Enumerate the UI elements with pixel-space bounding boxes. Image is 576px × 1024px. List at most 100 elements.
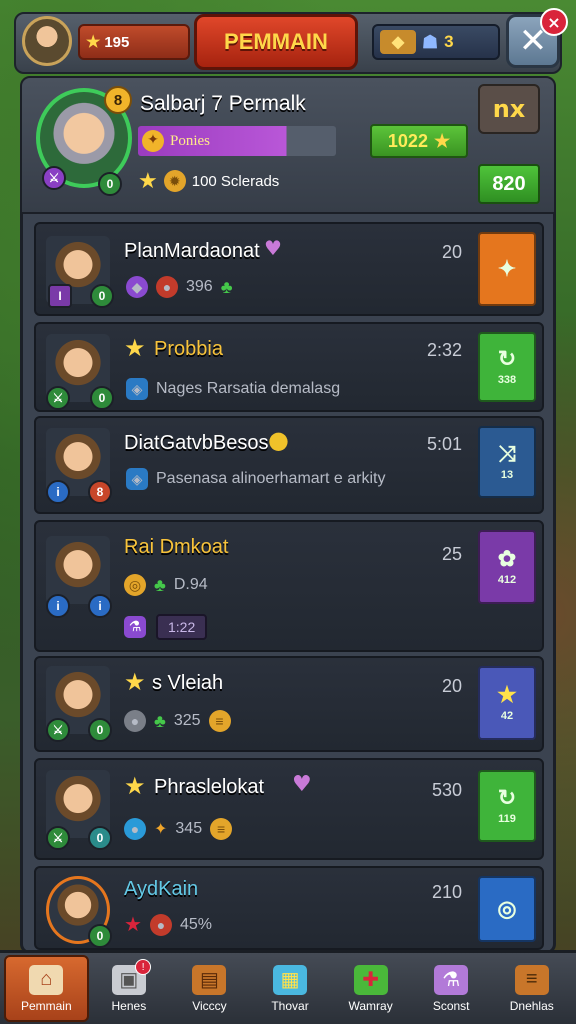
row-time: 5:01	[426, 434, 462, 454]
present-icon: ✚	[353, 964, 388, 995]
chest-icon: ▤	[192, 964, 227, 995]
row-stats: ◆ ● 396 ♣	[126, 276, 233, 298]
coin-counter: ★ 195	[78, 24, 190, 60]
nav-item-thovar[interactable]: ▦ Thovar	[250, 953, 331, 1024]
gem-icon: ♥	[264, 236, 282, 260]
gift-icon: ▦	[273, 964, 308, 995]
list-item[interactable]: i 8 DiatGatvbBesos ● 5:01 ◈ Pasenasa ali…	[34, 416, 544, 514]
star-icon: ★	[124, 668, 146, 696]
star-icon: ★	[433, 130, 451, 151]
refresh-icon: ↻	[497, 346, 517, 371]
nav-label: Vicccy	[192, 998, 227, 1013]
coin-value: 195	[104, 33, 130, 51]
medal-icon: ✦	[142, 130, 164, 152]
button-label: 13	[500, 469, 514, 481]
action-button[interactable]: ⤨ 13	[478, 426, 536, 498]
potion-icon: ⚗	[434, 964, 469, 995]
nav-label: Henes	[111, 998, 147, 1013]
reward-button[interactable]: nx	[478, 84, 540, 134]
gem-icon: ♥	[292, 772, 312, 797]
row-stats: ★ ● 45%	[124, 912, 212, 937]
leaf-icon: ♣	[154, 710, 166, 731]
row-time: 25	[441, 544, 462, 564]
star-icon: ★	[138, 168, 158, 193]
row-stat: D.94	[173, 576, 208, 593]
zero-badge-icon: 0	[90, 386, 114, 410]
nav-item-pemmain[interactable]: ⌂ Pemmain	[4, 955, 89, 1022]
nav-label: Sconst	[432, 998, 470, 1013]
star-icon: ★	[86, 34, 101, 51]
star-icon: ★	[124, 772, 146, 800]
button-label: 412	[497, 574, 517, 586]
nav-item-wamray[interactable]: ✚ Wamray	[330, 953, 411, 1024]
action-button[interactable]: ↻ 338	[478, 332, 536, 402]
shield-icon: ◈	[126, 378, 148, 400]
star-icon: ★	[124, 334, 146, 362]
score-value: 1022	[387, 130, 428, 151]
nav-item-henes[interactable]: ▣ ! Henes	[89, 953, 170, 1024]
refresh-icon: ↻	[497, 785, 517, 810]
coin-stack-icon: ≡	[210, 818, 233, 840]
menu-icon: ≡	[514, 964, 549, 995]
side-button-icon: nx	[492, 95, 526, 123]
nav-item-dnehlas[interactable]: ≡ Dnehlas	[491, 953, 572, 1024]
button-label: 119	[498, 813, 516, 825]
nav-item-sconst[interactable]: ⚗ Sconst	[411, 953, 492, 1024]
shuffle-icon: ⤨	[498, 441, 516, 466]
star-icon: ★	[124, 914, 142, 936]
apple-icon: ●	[268, 426, 289, 454]
puzzle-icon: ✦	[497, 256, 517, 281]
stars-line: ★ ✹ 100 Sclerads	[138, 168, 279, 194]
row-name: Probbia	[154, 338, 223, 360]
flower-icon: ✿	[497, 546, 517, 571]
nav-label: Wamray	[348, 998, 393, 1013]
list-item[interactable]: ⚔ 0 ★ Probbia 2:32 ◈ Nages Rarsatia dema…	[34, 322, 544, 412]
action-button[interactable]: ✿ 412	[478, 530, 536, 604]
list-item[interactable]: ⚔ 0 ★ s Vleiah 20 ● ♣ 325 ≡ ★ 42	[34, 656, 544, 752]
list-item[interactable]: I 0 PlanMardaonat ♥ 20 ◆ ● 396 ♣ ✦	[34, 222, 544, 316]
row-name: Phraslelokat	[154, 776, 265, 798]
action-button[interactable]: ✦	[478, 232, 536, 306]
row-sub-text: Nages Rarsatia demalasg	[156, 380, 341, 397]
row-name: PlanMardaonat	[124, 240, 260, 262]
row-description: ◈ Pasenasa alinoerhamart e arkity	[126, 468, 385, 490]
row-stat: 345	[175, 820, 203, 837]
bottom-nav: ⌂ Pemmain ▣ ! Henes ▤ Vicccy ▦ Thovar ✚ …	[0, 950, 576, 1024]
row-stats: ◎ ♣ D.94	[124, 574, 208, 596]
nav-item-vicccy[interactable]: ▤ Vicccy	[169, 953, 250, 1024]
action-button[interactable]: ◎	[478, 876, 536, 942]
level-badge: 8	[104, 86, 132, 114]
player-avatar-small[interactable]	[22, 16, 72, 66]
list-item[interactable]: ⚔ 0 ★ Phraslelokat ♥ 530 ● ✦ 345 ≡ ↻ 119	[34, 758, 544, 860]
zero-badge-icon: 0	[88, 924, 112, 948]
action-button[interactable]: ★ 42	[478, 666, 536, 740]
drop-icon: ●	[124, 818, 146, 840]
star-button-icon: ★	[497, 682, 517, 707]
sword-badge-icon: ⚔	[46, 718, 70, 742]
zero-badge-icon: 0	[88, 826, 112, 850]
fruit-icon: ●	[156, 276, 178, 298]
row-time: 20	[441, 242, 462, 262]
shard-icon: ◆	[380, 30, 416, 54]
nav-label: Thovar	[271, 998, 309, 1013]
clover-icon: ♣	[220, 276, 233, 297]
row-time: 530	[431, 780, 462, 800]
screen-title: PEMMAIN	[194, 14, 358, 70]
action-button[interactable]: ↻ 119	[478, 770, 536, 842]
row-name: Rai Dmkoat	[124, 536, 229, 558]
row-stats: ● ♣ 325 ≡	[124, 710, 231, 732]
flame-badge-icon: 8	[88, 480, 112, 504]
player-name: Salbarj 7 Permalk	[140, 92, 306, 115]
row-stat: 325	[173, 712, 201, 729]
row-stat: 45%	[179, 915, 212, 933]
points-button[interactable]: 820	[478, 164, 540, 204]
coin-icon: ✹	[163, 170, 186, 192]
potion-icon: ⚗	[124, 616, 146, 638]
list-item[interactable]: 0 AydKain 210 ★ ● 45% ◎	[34, 866, 544, 950]
list-item[interactable]: i i Rai Dmkoat 25 ◎ ♣ D.94 ⚗ 1:22 ✿ 412	[34, 520, 544, 652]
info-badge-icon: i	[46, 594, 70, 618]
stars-text: 100 Sclerads	[191, 172, 280, 190]
coin-icon: ◎	[124, 574, 146, 596]
nav-label: Pemmain	[20, 998, 72, 1013]
leaf-icon: ♣	[154, 574, 166, 595]
